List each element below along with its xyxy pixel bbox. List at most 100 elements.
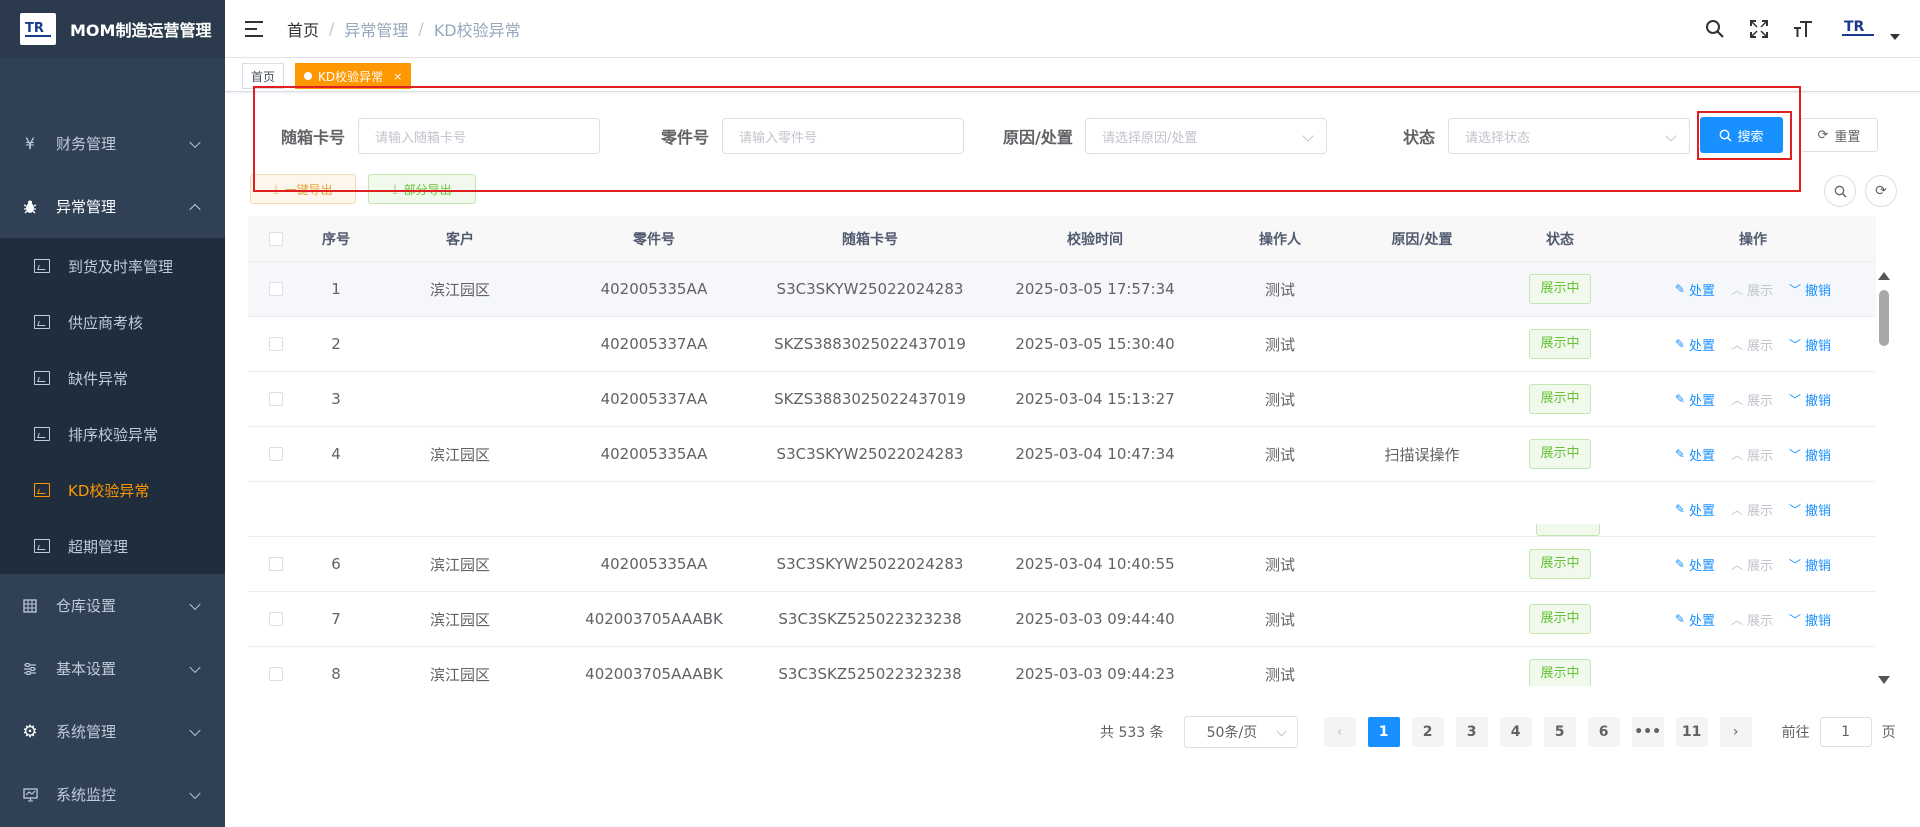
show-button[interactable]: ︿ 展示 <box>1731 610 1773 629</box>
export-part-button[interactable]: ⤓ 部分导出 <box>368 174 476 204</box>
table-scrollbar[interactable] <box>1876 264 1892 688</box>
show-button[interactable]: ︿ 展示 <box>1731 390 1773 409</box>
close-icon[interactable]: × <box>393 70 402 83</box>
table-row[interactable]: 8 滨江园区 402003705AAABK S3C3SKZ52502232323… <box>248 647 1876 686</box>
goto-page-input[interactable]: 1 <box>1819 717 1872 747</box>
sidebar-item-system-monitor[interactable]: 系统监控 <box>0 763 225 826</box>
page-size-value: 50条/页 <box>1206 725 1258 741</box>
row-checkbox[interactable] <box>269 667 283 681</box>
handle-button[interactable]: ✎ 处置 <box>1675 335 1715 354</box>
sidebar-item-warehouse[interactable]: 仓库设置 <box>0 574 225 637</box>
font-size-icon[interactable] <box>1792 18 1814 40</box>
column-header: 状态 <box>1546 231 1574 248</box>
sidebar-item-supplier-assessment[interactable]: 供应商考核 <box>0 294 225 350</box>
cell-no: 2 <box>331 335 341 353</box>
status-select[interactable]: 请选择状态 <box>1448 118 1690 154</box>
download-icon: ⤓ <box>392 181 398 196</box>
breadcrumb-exception[interactable]: 异常管理 <box>344 17 408 41</box>
reset-button[interactable]: ⟳ 重置 <box>1800 118 1878 152</box>
page-button[interactable]: 2 <box>1411 717 1444 747</box>
caret-down-icon[interactable] <box>1890 34 1900 40</box>
revoke-button[interactable]: ﹀ 撤销 <box>1789 555 1831 574</box>
page-button[interactable]: 1 <box>1367 717 1400 747</box>
table-row[interactable]: 6 滨江园区 402005335AA S3C3SKYW25022024283 2… <box>248 537 1876 592</box>
revoke-button[interactable]: ﹀ 撤销 <box>1789 445 1831 464</box>
page-button[interactable]: 6 <box>1587 717 1620 747</box>
row-checkbox[interactable] <box>269 282 283 296</box>
cell-actions: ✎ 处置 ︿ 展示 ﹀ 撤销 <box>1630 445 1876 464</box>
reason-select[interactable]: 请选择原因/处置 <box>1085 118 1327 154</box>
chevron-up-icon: ︿ <box>1731 557 1744 572</box>
revoke-button[interactable]: ﹀ 撤销 <box>1789 390 1831 409</box>
toggle-search-button[interactable] <box>1824 175 1856 207</box>
row-checkbox[interactable] <box>269 612 283 626</box>
chart-icon <box>34 427 50 441</box>
page-button[interactable]: 3 <box>1455 717 1488 747</box>
avatar[interactable]: TR <box>1836 13 1880 45</box>
sidebar-item-finance[interactable]: ¥ 财务管理 <box>0 112 225 175</box>
tag-kd-check[interactable]: KD校验异常 × <box>295 63 412 89</box>
cell-part: 402003705AAABK <box>585 610 723 628</box>
chevron-down-icon: ﹀ <box>1789 557 1802 572</box>
show-button[interactable]: ︿ 展示 <box>1731 500 1773 519</box>
table-row[interactable]: 4 滨江园区 402005335AA S3C3SKYW25022024283 2… <box>248 427 1876 482</box>
page-size-select[interactable]: 50条/页 <box>1183 716 1298 748</box>
handle-button[interactable]: ✎ 处置 <box>1675 500 1715 519</box>
chevron-down-icon: ﹀ <box>1789 612 1802 627</box>
scroll-up-icon[interactable] <box>1878 272 1890 280</box>
handle-button[interactable]: ✎ 处置 <box>1675 280 1715 299</box>
table-row[interactable]: 2 402005337AA SKZS3883025022437019 2025-… <box>248 317 1876 372</box>
handle-button[interactable]: ✎ 处置 <box>1675 555 1715 574</box>
search-icon[interactable] <box>1704 18 1726 40</box>
sidebar-item-arrival-rate[interactable]: 到货及时率管理 <box>0 238 225 294</box>
table-row[interactable]: 7 滨江园区 402003705AAABK S3C3SKZ52502232323… <box>248 592 1876 647</box>
fullscreen-icon[interactable] <box>1748 18 1770 40</box>
table-row[interactable]: 3 402005337AA SKZS3883025022437019 2025-… <box>248 372 1876 427</box>
row-checkbox[interactable] <box>269 337 283 351</box>
revoke-button[interactable]: ﹀ 撤销 <box>1789 500 1831 519</box>
export-all-button[interactable]: ⤓ 一键导出 <box>250 174 356 204</box>
select-all-checkbox[interactable] <box>269 231 283 246</box>
refresh-button[interactable]: ⟳ <box>1865 175 1897 207</box>
sidebar-item-system-admin[interactable]: ⚙ 系统管理 <box>0 700 225 763</box>
page-button[interactable]: 4 <box>1499 717 1532 747</box>
page-button[interactable]: 11 <box>1675 717 1708 747</box>
sidebar-item-kd-check[interactable]: KD校验异常 <box>0 462 225 518</box>
show-button[interactable]: ︿ 展示 <box>1731 335 1773 354</box>
revoke-button[interactable]: ﹀ 撤销 <box>1789 610 1831 629</box>
hamburger-icon[interactable] <box>245 20 265 37</box>
show-button[interactable]: ︿ 展示 <box>1731 555 1773 574</box>
card-no-input[interactable]: 请输入随箱卡号 <box>358 118 600 154</box>
next-page-button[interactable]: › <box>1719 717 1752 747</box>
page-ellipsis-button[interactable]: ••• <box>1631 717 1664 747</box>
sidebar-item-overdue[interactable]: 超期管理 <box>0 518 225 574</box>
revoke-button[interactable]: ﹀ 撤销 <box>1789 280 1831 299</box>
row-checkbox[interactable] <box>269 557 283 571</box>
scroll-thumb[interactable] <box>1879 290 1889 346</box>
cell-actions: ✎ 处置 ︿ 展示 ﹀ 撤销 <box>1630 335 1876 354</box>
handle-button[interactable]: ✎ 处置 <box>1675 390 1715 409</box>
row-checkbox[interactable] <box>269 447 283 461</box>
sidebar-item-shortage[interactable]: 缺件异常 <box>0 350 225 406</box>
show-button[interactable]: ︿ 展示 <box>1731 280 1773 299</box>
row-checkbox[interactable] <box>269 392 283 406</box>
cell-operator: 测试 <box>1264 445 1295 464</box>
scroll-down-icon[interactable] <box>1878 676 1890 684</box>
breadcrumb-home[interactable]: 首页 <box>287 17 319 41</box>
action-label: 撤销 <box>1805 613 1832 629</box>
sidebar-item-basic-settings[interactable]: 基本设置 <box>0 637 225 700</box>
search-button[interactable]: 搜索 <box>1700 117 1783 153</box>
sidebar-item-exception[interactable]: 异常管理 <box>0 175 225 238</box>
part-no-input[interactable]: 请输入零件号 <box>722 118 964 154</box>
handle-button[interactable]: ✎ 处置 <box>1675 610 1715 629</box>
handle-button[interactable]: ✎ 处置 <box>1675 445 1715 464</box>
page-button[interactable]: 5 <box>1543 717 1576 747</box>
prev-page-button[interactable]: ‹ <box>1323 717 1356 747</box>
revoke-button[interactable]: ﹀ 撤销 <box>1789 335 1831 354</box>
sidebar-item-sequence-check[interactable]: 排序校验异常 <box>0 406 225 462</box>
tag-home[interactable]: 首页 <box>242 63 285 89</box>
edit-icon: ✎ <box>1674 282 1685 296</box>
table-row[interactable]: ✎ 处置 ︿ 展示 ﹀ 撤销 <box>248 482 1876 537</box>
show-button[interactable]: ︿ 展示 <box>1731 445 1773 464</box>
table-row[interactable]: 1 滨江园区 402005335AA S3C3SKYW25022024283 2… <box>248 262 1876 317</box>
